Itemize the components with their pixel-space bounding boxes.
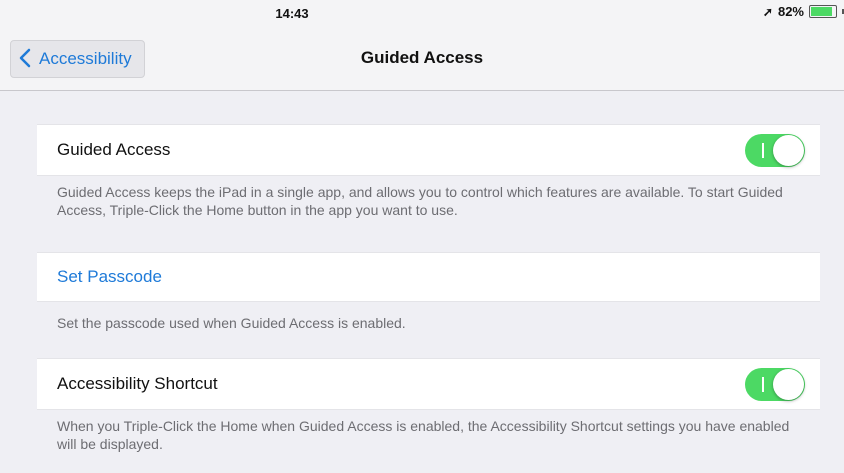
page-title: Guided Access <box>360 48 484 67</box>
guided-access-toggle[interactable] <box>745 134 805 167</box>
accessibility-shortcut-label: Accessibility Shortcut <box>57 374 218 393</box>
battery-fill <box>811 7 833 16</box>
accessibility-shortcut-toggle[interactable] <box>745 368 805 401</box>
passcode-footer: Set the passcode used when Guided Access… <box>57 315 406 331</box>
toggle-on-mark <box>762 377 764 392</box>
battery-percent: 82% <box>777 4 804 19</box>
toggle-knob <box>773 135 804 166</box>
toggle-knob <box>773 369 804 400</box>
guided-access-label: Guided Access <box>57 140 171 159</box>
guided-access-footer: Guided Access keeps the iPad in a single… <box>57 184 783 218</box>
accessibility-shortcut-row: Accessibility Shortcut <box>37 358 820 410</box>
status-right: ➚ 82% <box>763 4 844 19</box>
location-arrow-icon: ➚ <box>762 4 773 19</box>
toggle-on-mark <box>762 143 764 158</box>
accessibility-shortcut-footer: When you Triple-Click the Home when Guid… <box>57 418 790 452</box>
guided-access-row: Guided Access <box>37 124 820 176</box>
status-time: 14:43 <box>275 6 309 21</box>
set-passcode-link[interactable]: Set Passcode <box>57 267 162 287</box>
battery-icon <box>809 5 837 18</box>
navigation-bar: 14:43 ➚ 82% Accessibility Guided Access <box>0 0 844 91</box>
set-passcode-row[interactable]: Set Passcode <box>37 252 820 302</box>
